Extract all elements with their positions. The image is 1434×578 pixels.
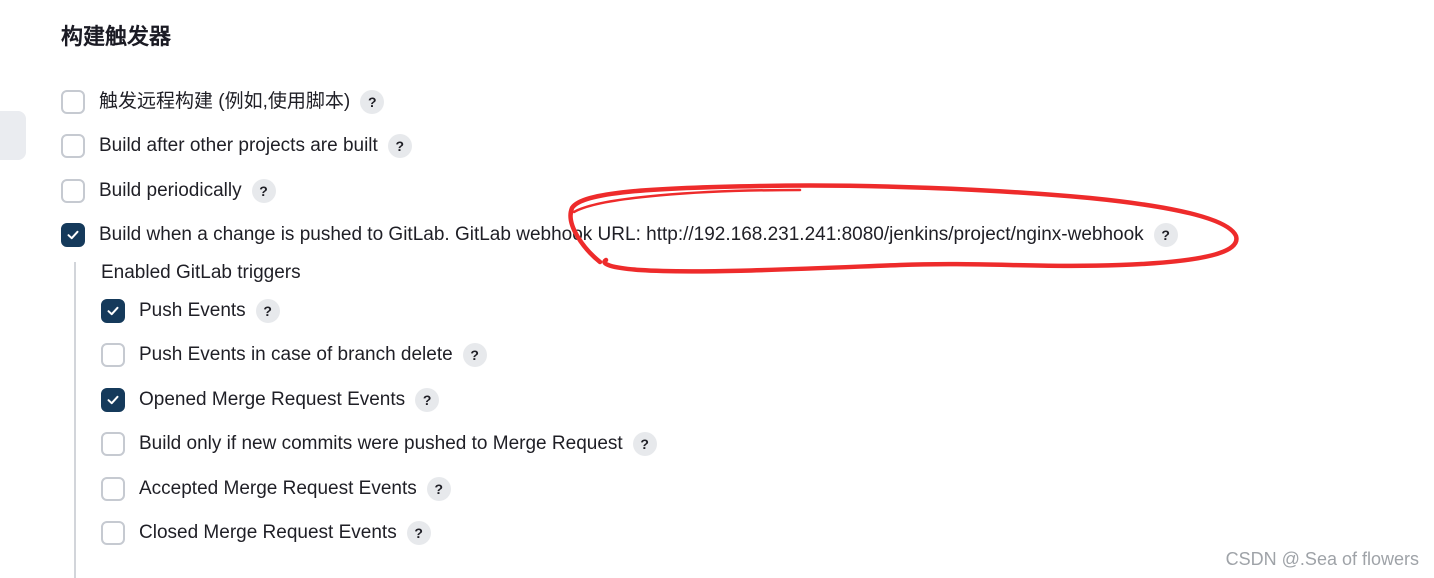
trigger-label: Build after other projects are built xyxy=(99,135,378,156)
trigger-label: 触发远程构建 (例如,使用脚本) xyxy=(99,91,351,112)
gitlab-option-closed-merge-request[interactable]: Closed Merge Request Events ? xyxy=(101,518,431,548)
watermark: CSDN @.Sea of flowers xyxy=(1225,549,1419,569)
checkbox[interactable] xyxy=(61,90,85,114)
trigger-label: Build periodically xyxy=(99,180,242,201)
help-icon[interactable]: ? xyxy=(632,432,657,456)
trigger-gitlab-push[interactable]: Build when a change is pushed to GitLab.… xyxy=(61,220,1178,250)
option-label: Accepted Merge Request Events xyxy=(139,478,417,499)
section-title: 构建触发器 xyxy=(61,24,172,49)
checkbox[interactable] xyxy=(61,134,85,158)
option-label: Push Events xyxy=(139,300,246,321)
gitlab-triggers-heading: Enabled GitLab triggers xyxy=(101,262,301,283)
checkbox[interactable] xyxy=(101,343,125,367)
checkbox-checked[interactable] xyxy=(101,299,125,323)
checkbox[interactable] xyxy=(61,179,85,203)
option-label: Build only if new commits were pushed to… xyxy=(139,433,623,454)
gitlab-option-opened-merge-request[interactable]: Opened Merge Request Events ? xyxy=(101,385,440,415)
help-icon[interactable]: ? xyxy=(251,179,276,203)
checkbox[interactable] xyxy=(101,477,125,501)
checkbox[interactable] xyxy=(101,521,125,545)
trigger-build-periodically[interactable]: Build periodically ? xyxy=(61,176,276,206)
checkmark-icon xyxy=(107,395,119,405)
checkbox-checked[interactable] xyxy=(61,223,85,247)
help-icon[interactable]: ? xyxy=(415,388,440,412)
checkmark-icon xyxy=(67,230,79,240)
trigger-label: Build when a change is pushed to GitLab.… xyxy=(99,224,1144,245)
help-icon[interactable]: ? xyxy=(462,343,487,367)
help-icon[interactable]: ? xyxy=(360,90,385,114)
option-label: Push Events in case of branch delete xyxy=(139,344,453,365)
gitlab-option-new-commits-merge-request[interactable]: Build only if new commits were pushed to… xyxy=(101,429,657,459)
nested-section-line xyxy=(74,262,76,578)
checkmark-icon xyxy=(107,306,119,316)
help-icon[interactable]: ? xyxy=(1153,223,1178,247)
trigger-remote-build[interactable]: 触发远程构建 (例如,使用脚本) ? xyxy=(61,87,385,117)
help-icon[interactable]: ? xyxy=(255,299,280,323)
checkbox[interactable] xyxy=(101,432,125,456)
gitlab-option-push-branch-delete[interactable]: Push Events in case of branch delete ? xyxy=(101,340,487,370)
gitlab-option-accepted-merge-request[interactable]: Accepted Merge Request Events ? xyxy=(101,474,451,504)
trigger-build-after-other-projects[interactable]: Build after other projects are built ? xyxy=(61,131,412,161)
help-icon[interactable]: ? xyxy=(426,477,451,501)
gitlab-option-push-events[interactable]: Push Events ? xyxy=(101,296,280,326)
side-panel-tab[interactable] xyxy=(0,111,26,160)
option-label: Closed Merge Request Events xyxy=(139,522,397,543)
help-icon[interactable]: ? xyxy=(387,134,412,158)
option-label: Opened Merge Request Events xyxy=(139,389,406,410)
checkbox-checked[interactable] xyxy=(101,388,125,412)
help-icon[interactable]: ? xyxy=(406,521,431,545)
